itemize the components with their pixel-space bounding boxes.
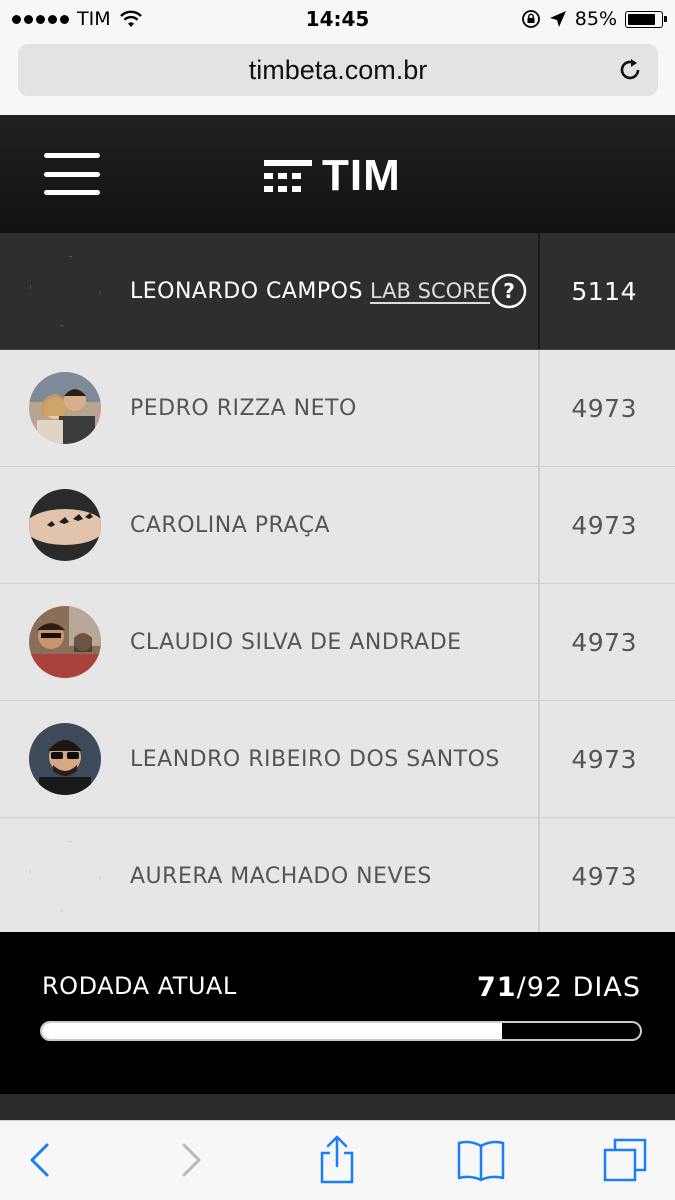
player-score: 4973: [571, 861, 637, 891]
address-bar[interactable]: timbeta.com.br: [18, 44, 658, 96]
current-round-panel: RODADA ATUAL 71/92 DIAS: [0, 932, 675, 1094]
player-score: 4973: [571, 510, 637, 540]
rotation-lock-icon: [521, 10, 540, 28]
question-circle-icon[interactable]: ?: [491, 273, 527, 309]
forward-chevron-icon[interactable]: [166, 1135, 216, 1185]
avatar-photo: [29, 489, 101, 561]
avatar-blank: [29, 840, 101, 912]
status-right: 85%: [521, 8, 667, 30]
player-score: 4973: [571, 393, 637, 423]
footer-strip: [0, 1094, 675, 1120]
ranking-row[interactable]: LEANDRO RIBEIRO DOS SANTOS 4973: [0, 701, 675, 818]
tabs-icon[interactable]: [600, 1135, 650, 1185]
battery-icon: [625, 10, 667, 28]
player-name: LEANDRO RIBEIRO DOS SANTOS: [130, 746, 500, 772]
back-chevron-icon[interactable]: [14, 1135, 64, 1185]
svg-text:?: ?: [503, 279, 515, 303]
ranking-list: LEONARDO CAMPOS LAB SCORE ? 5114 PEDRO R…: [0, 233, 675, 935]
avatar-blank: [29, 255, 101, 327]
tim-logo[interactable]: TIM: [264, 151, 401, 201]
ranking-row-current-user[interactable]: LEONARDO CAMPOS LAB SCORE ? 5114: [0, 233, 675, 350]
share-icon[interactable]: [312, 1135, 362, 1185]
player-name: PEDRO RIZZA NETO: [130, 395, 357, 421]
avatar-photo: [29, 723, 101, 795]
player-score: 4973: [571, 744, 637, 774]
app-header: TIM: [0, 115, 675, 233]
player-name: CAROLINA PRAÇA: [130, 512, 330, 538]
player-name: AURERA MACHADO NEVES: [130, 863, 432, 889]
ranking-row[interactable]: PEDRO RIZZA NETO 4973: [0, 350, 675, 467]
round-days: 71/92 DIAS: [477, 972, 641, 1003]
player-score: 4973: [571, 627, 637, 657]
location-arrow-icon: [549, 11, 566, 27]
logo-text: TIM: [322, 151, 401, 200]
round-total-days: /92 DIAS: [516, 972, 641, 1003]
player-name: LEONARDO CAMPOS: [130, 278, 363, 304]
bookmarks-icon[interactable]: [456, 1135, 506, 1185]
lab-score-link[interactable]: LAB SCORE: [370, 279, 490, 303]
carrier-label: TIM: [77, 8, 111, 30]
signal-dots-icon: [12, 14, 69, 24]
player-score: 5114: [571, 276, 637, 306]
round-label: RODADA ATUAL: [42, 972, 237, 1000]
round-current-day: 71: [477, 972, 517, 1003]
tim-logo-mark-icon: [264, 160, 312, 192]
url-text: timbeta.com.br: [248, 54, 428, 85]
browser-toolbar: [0, 1120, 675, 1200]
ranking-row[interactable]: CLAUDIO SILVA DE ANDRADE 4973: [0, 584, 675, 701]
status-left: TIM: [12, 8, 143, 30]
browser-address-area: timbeta.com.br: [0, 38, 675, 115]
reload-icon[interactable]: [616, 56, 644, 84]
battery-percent: 85%: [574, 8, 617, 30]
hamburger-icon[interactable]: [44, 153, 100, 195]
ranking-row[interactable]: CAROLINA PRAÇA 4973: [0, 467, 675, 584]
round-progress-fill: [42, 1023, 503, 1039]
ranking-row[interactable]: AURERA MACHADO NEVES 4973: [0, 818, 675, 935]
avatar-photo: [29, 372, 101, 444]
round-progress-bar: [40, 1021, 642, 1041]
avatar-photo: [29, 606, 101, 678]
wifi-icon: [119, 10, 142, 27]
status-bar: TIM 14:45 85%: [0, 0, 675, 38]
player-name: CLAUDIO SILVA DE ANDRADE: [130, 629, 462, 655]
